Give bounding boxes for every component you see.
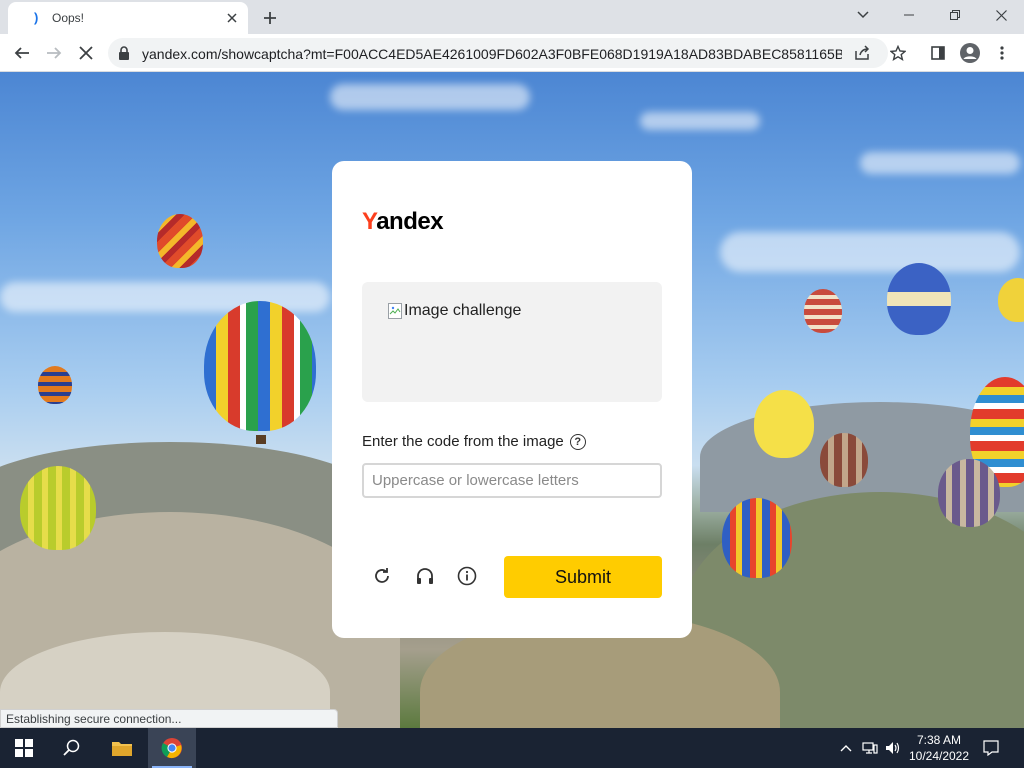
- hot-air-balloon: [938, 459, 1000, 527]
- menu-kebab-icon[interactable]: [988, 39, 1016, 67]
- hot-air-balloon: [204, 301, 316, 431]
- hot-air-balloon: [998, 278, 1024, 322]
- lock-icon[interactable]: [118, 46, 132, 60]
- show-hidden-icons-chevron-up-icon[interactable]: [838, 740, 854, 756]
- restore-button[interactable]: [932, 0, 978, 30]
- cloud: [640, 112, 760, 130]
- audio-headphones-icon[interactable]: [414, 565, 436, 587]
- tab-title: Oops!: [52, 11, 85, 25]
- search-icon[interactable]: [48, 728, 96, 768]
- hot-air-balloon: [157, 214, 203, 268]
- hot-air-balloon: [804, 289, 842, 333]
- bookmark-star-icon[interactable]: [884, 39, 912, 67]
- windows-taskbar: 7:38 AM 10/24/2022: [0, 728, 1024, 768]
- cloud: [330, 84, 530, 110]
- hot-air-balloon: [887, 263, 951, 335]
- back-button[interactable]: [8, 39, 36, 67]
- stop-loading-button[interactable]: [72, 39, 100, 67]
- balloon-basket: [256, 435, 266, 444]
- captcha-image: Image challenge: [388, 302, 521, 320]
- captcha-prompt: Enter the code from the image ?: [362, 433, 586, 450]
- hot-air-balloon: [20, 466, 96, 550]
- close-window-button[interactable]: [978, 0, 1024, 30]
- tab-search-chevron-down-icon[interactable]: [840, 0, 886, 30]
- tab-oops[interactable]: ) Oops!: [8, 2, 248, 34]
- help-question-icon[interactable]: ?: [569, 433, 586, 450]
- submit-button[interactable]: Submit: [504, 556, 662, 598]
- browser-toolbar: yandex.com/showcaptcha?mt=F00ACC4ED5AE42…: [0, 34, 1024, 72]
- share-icon[interactable]: [852, 43, 872, 63]
- new-tab-button[interactable]: [258, 6, 282, 30]
- logo-letters: andex: [376, 208, 444, 235]
- hot-air-balloon: [820, 433, 868, 487]
- prompt-label: Enter the code from the image: [362, 433, 564, 450]
- captcha-card: Yandex Image challenge Enter the code fr…: [332, 161, 692, 638]
- tab-close-icon[interactable]: [222, 8, 242, 28]
- info-icon[interactable]: [456, 565, 478, 587]
- chrome-taskbar-icon[interactable]: [148, 728, 196, 768]
- hot-air-balloon: [722, 498, 792, 578]
- clock-date: 10/24/2022: [908, 749, 970, 763]
- minimize-button[interactable]: [886, 0, 932, 30]
- cloud: [860, 152, 1020, 174]
- forward-button[interactable]: [40, 39, 68, 67]
- file-explorer-icon[interactable]: [98, 728, 146, 768]
- tab-strip: ) Oops!: [0, 0, 1024, 34]
- page-viewport: Yandex Image challenge Enter the code fr…: [0, 72, 1024, 728]
- hot-air-balloon: [38, 366, 72, 404]
- yandex-favicon-icon: ): [34, 10, 39, 25]
- hot-air-balloon: [754, 390, 814, 458]
- side-panel-icon[interactable]: [924, 39, 952, 67]
- system-clock[interactable]: 7:38 AM 10/24/2022: [904, 732, 974, 764]
- url-text[interactable]: yandex.com/showcaptcha?mt=F00ACC4ED5AE42…: [142, 46, 842, 62]
- volume-icon[interactable]: [885, 740, 901, 756]
- clock-time: 7:38 AM: [916, 733, 962, 747]
- broken-image-icon: [388, 303, 402, 319]
- captcha-image-alt-text: Image challenge: [404, 302, 522, 319]
- status-bubble: Establishing secure connection...: [0, 709, 338, 728]
- notifications-icon[interactable]: [983, 740, 999, 756]
- captcha-image-panel: Image challenge: [362, 282, 662, 402]
- profile-avatar-icon[interactable]: [956, 39, 984, 67]
- captcha-code-input[interactable]: [362, 463, 662, 498]
- yandex-logo[interactable]: Yandex: [362, 208, 444, 236]
- logo-letter-y: Y: [362, 208, 377, 235]
- start-button[interactable]: [0, 728, 48, 768]
- network-icon[interactable]: [862, 740, 878, 756]
- address-bar[interactable]: yandex.com/showcaptcha?mt=F00ACC4ED5AE42…: [108, 38, 888, 68]
- cloud: [720, 232, 1020, 272]
- refresh-icon[interactable]: [371, 565, 393, 587]
